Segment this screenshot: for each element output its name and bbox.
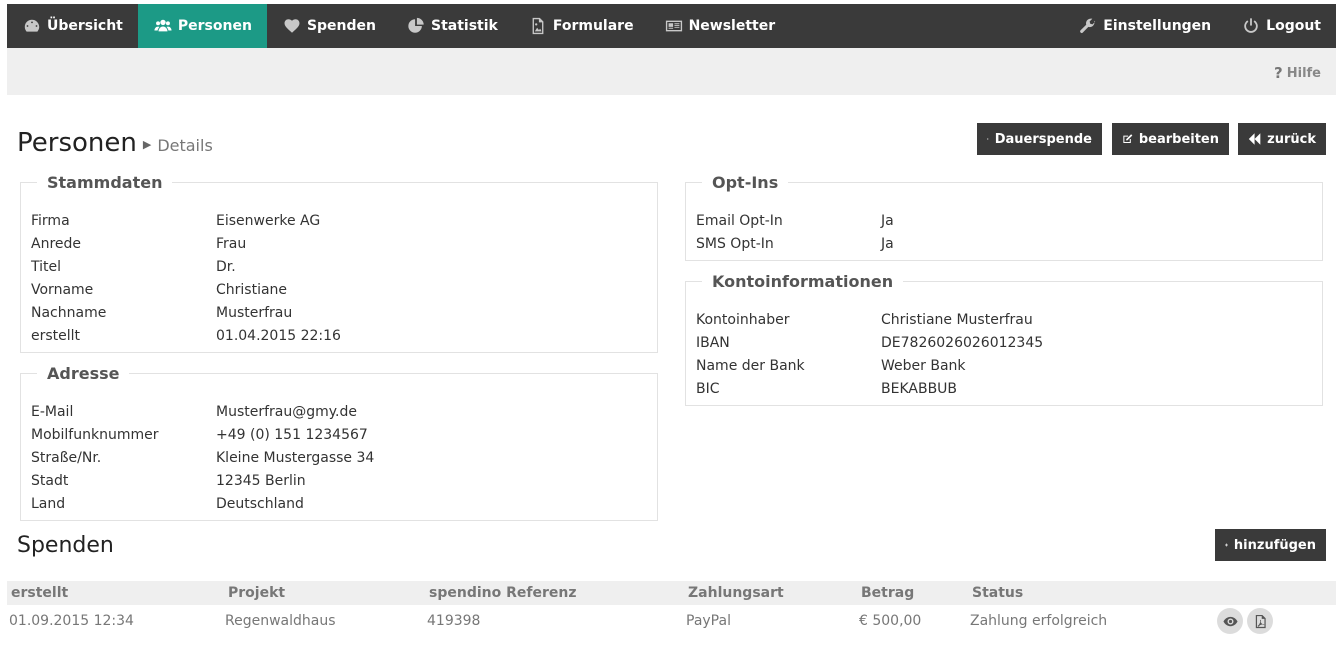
optins-row: SMS Opt-In Ja xyxy=(696,236,894,252)
bearbeiten-label: bearbeiten xyxy=(1138,131,1219,147)
konto-row: Kontoinhaber Christiane Musterfrau xyxy=(696,312,1033,328)
pdf-button[interactable] xyxy=(1247,608,1273,634)
stammdaten-row: Nachname Musterfrau xyxy=(31,305,293,321)
zurueck-button[interactable]: zurück xyxy=(1238,123,1326,155)
wrench-icon xyxy=(1078,16,1098,36)
kontoinformationen-legend: Kontoinformationen xyxy=(702,272,904,291)
pdf-file-icon xyxy=(1255,614,1266,628)
nav-item-label: Spenden xyxy=(306,18,376,34)
nav-item-label: Logout xyxy=(1266,18,1321,34)
nav-item-statistik[interactable]: Statistik xyxy=(391,4,513,48)
view-button[interactable] xyxy=(1217,608,1243,634)
bearbeiten-button[interactable]: bearbeiten xyxy=(1112,123,1229,155)
column-header-zahlungsart[interactable]: Zahlungsart xyxy=(688,585,784,601)
konto-row: Name der Bank Weber Bank xyxy=(696,358,966,374)
konto-row: IBAN DE7826026026012345 xyxy=(696,335,1044,351)
nav-item-label: Einstellungen xyxy=(1103,18,1212,34)
plus-icon xyxy=(1225,543,1228,547)
nav-item-newsletter[interactable]: Newsletter xyxy=(649,4,791,48)
column-header-referenz[interactable]: spendino Referenz xyxy=(429,585,576,601)
edit-icon xyxy=(1123,134,1133,144)
hinzufuegen-button[interactable]: hinzufügen xyxy=(1215,529,1326,561)
dauerspende-button[interactable]: Dauerspende xyxy=(977,123,1102,155)
kontoinformationen-panel: Kontoinformationen Kontoinhaber Christian… xyxy=(685,272,1323,406)
nav-item-logout[interactable]: Logout xyxy=(1226,4,1336,48)
hinzufuegen-label: hinzufügen xyxy=(1233,537,1316,553)
column-header-projekt[interactable]: Projekt xyxy=(228,585,285,601)
nav-item-einstellungen[interactable]: Einstellungen xyxy=(1063,4,1226,48)
plus-icon xyxy=(987,138,989,140)
help-link[interactable]: ? Hilfe xyxy=(1274,64,1321,82)
nav-item-uebersicht[interactable]: Übersicht xyxy=(7,4,138,48)
nav-item-formulare[interactable]: Formulare xyxy=(513,4,649,48)
adresse-panel: Adresse E-Mail Musterfrau@gmy.de Mobilfun… xyxy=(20,364,658,521)
dauerspende-label: Dauerspende xyxy=(994,131,1092,147)
nav-item-label: Statistik xyxy=(431,18,498,34)
adresse-row: Straße/Nr. Kleine Mustergasse 34 xyxy=(31,450,375,466)
page-subtitle: Details xyxy=(157,136,213,155)
column-header-status[interactable]: Status xyxy=(972,585,1023,601)
page-title: Personen ▶ Details xyxy=(17,128,213,158)
pie-chart-icon xyxy=(406,16,426,36)
column-header-erstellt[interactable]: erstellt xyxy=(11,585,68,601)
stammdaten-panel: Stammdaten Firma Eisenwerke AG Anrede Frau… xyxy=(20,173,658,353)
cell-referenz: 419398 xyxy=(427,613,481,629)
konto-row: BIC BEKABBUB xyxy=(696,381,958,397)
question-mark-icon: ? xyxy=(1274,64,1283,82)
cell-projekt: Regenwaldhaus xyxy=(225,613,336,629)
spenden-section-title: Spenden xyxy=(17,533,114,558)
column-header-betrag[interactable]: Betrag xyxy=(861,585,914,601)
nav-item-spenden[interactable]: Spenden xyxy=(267,4,391,48)
stammdaten-row: Anrede Frau xyxy=(31,236,247,252)
cell-status: Zahlung erfolgreich xyxy=(970,613,1108,629)
adresse-legend: Adresse xyxy=(37,364,130,383)
optins-legend: Opt-Ins xyxy=(702,173,789,192)
adresse-row: Mobilfunknummer +49 (0) 151 1234567 xyxy=(31,427,368,443)
nav-item-label: Formulare xyxy=(552,18,634,34)
adresse-row: Land Deutschland xyxy=(31,496,304,512)
heart-icon xyxy=(282,16,302,36)
stammdaten-legend: Stammdaten xyxy=(37,173,173,192)
help-label: Hilfe xyxy=(1286,65,1321,81)
page-title-text: Personen xyxy=(17,128,137,158)
fast-backward-icon xyxy=(1248,133,1261,145)
zurueck-label: zurück xyxy=(1267,131,1316,147)
cell-erstellt: 01.09.2015 12:34 xyxy=(9,613,134,629)
optins-row: Email Opt-In Ja xyxy=(696,213,894,229)
stammdaten-row: Titel Dr. xyxy=(31,259,236,275)
stammdaten-row: Firma Eisenwerke AG xyxy=(31,213,321,229)
top-navigation: Übersicht Personen Spenden Statistik For… xyxy=(7,4,1336,48)
eye-icon xyxy=(1222,616,1238,626)
sub-toolbar: ? Hilfe xyxy=(7,48,1336,95)
power-icon xyxy=(1241,16,1261,36)
dashboard-icon xyxy=(22,16,42,36)
image-file-icon xyxy=(528,16,548,36)
nav-item-personen[interactable]: Personen xyxy=(137,4,267,48)
nav-item-label: Personen xyxy=(177,18,252,34)
cell-betrag: € 500,00 xyxy=(859,613,922,629)
users-icon xyxy=(153,16,173,36)
stammdaten-row: erstellt 01.04.2015 22:16 xyxy=(31,328,341,344)
breadcrumb-arrow-icon: ▶ xyxy=(142,138,152,151)
cell-zahlungsart: PayPal xyxy=(686,613,731,629)
adresse-row: E-Mail Musterfrau@gmy.de xyxy=(31,404,358,420)
spenden-table-header: erstellt Projekt spendino Referenz Zahlu… xyxy=(7,581,1336,605)
optins-panel: Opt-Ins Email Opt-In Ja SMS Opt-In Ja xyxy=(685,173,1323,261)
nav-item-label: Newsletter xyxy=(688,18,776,34)
adresse-row: Stadt 12345 Berlin xyxy=(31,473,306,489)
nav-item-label: Übersicht xyxy=(47,18,123,34)
newspaper-icon xyxy=(664,16,684,36)
stammdaten-row: Vorname Christiane xyxy=(31,282,288,298)
